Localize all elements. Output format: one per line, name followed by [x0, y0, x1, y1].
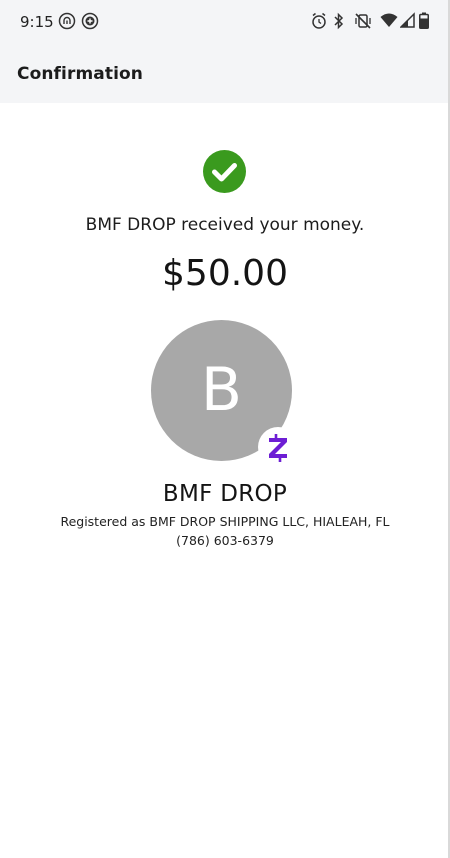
- status-bar: 9:15: [0, 0, 450, 44]
- vibrate-off-icon: [354, 12, 372, 34]
- registered-as: Registered as BMF DROP SHIPPING LLC, HIA…: [60, 514, 390, 529]
- recipient-phone: (786) 603-6379: [176, 533, 274, 548]
- received-message: BMF DROP received your money.: [85, 215, 365, 235]
- battery-icon: [419, 12, 429, 33]
- alarm-icon: [311, 12, 327, 34]
- page-title: Confirmation: [17, 64, 143, 84]
- status-time: 9:15: [20, 13, 54, 31]
- add-circle-icon: [81, 12, 99, 34]
- amount-value: $50.00: [162, 253, 288, 294]
- top-bar: 9:15 Confirmation: [0, 0, 450, 103]
- check-circle-icon: [203, 150, 246, 193]
- wifi-icon: [380, 12, 398, 32]
- signal-icon: [399, 12, 415, 32]
- recipient-name: BMF DROP: [162, 481, 288, 507]
- confirmation-screen: 9:15 Confirmation BMF DROP received your…: [0, 0, 450, 858]
- zelle-icon: [269, 434, 287, 462]
- fingerprint-icon: [58, 12, 76, 34]
- bluetooth-icon: [333, 12, 345, 34]
- zelle-badge: [258, 427, 298, 467]
